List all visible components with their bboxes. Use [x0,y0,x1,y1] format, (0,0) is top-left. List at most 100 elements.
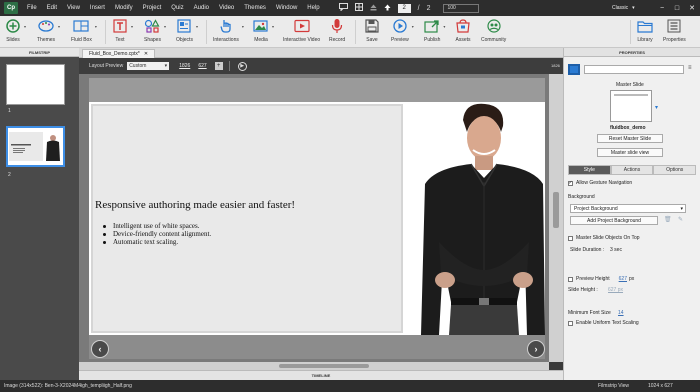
library-button[interactable]: Library [637,18,653,43]
allow-gesture-navigation-checkbox[interactable]: ✓ Allow Gesture Navigation [568,180,632,186]
preview-height-value[interactable]: 627 [198,63,206,69]
preview-button[interactable]: ▾ Preview [391,18,414,43]
comment-icon[interactable] [338,3,348,13]
objects-button[interactable]: ▾ Objects [176,18,198,43]
edit-icon[interactable]: ✎ [678,216,683,223]
tab-options[interactable]: Options [653,165,697,175]
slide-thumbnail-preview [8,128,63,165]
properties-options-icon[interactable]: ≡ [688,65,692,71]
assets-button[interactable]: Assets [455,18,471,43]
record-button[interactable]: Record [329,18,345,43]
add-breakpoint-icon[interactable]: + [214,62,223,70]
horizontal-scrollbar[interactable] [79,362,549,370]
library-label: Library [637,37,653,43]
workspace-select[interactable]: Classic ▾ [612,3,647,13]
menu-video[interactable]: Video [214,5,239,11]
preview-height-checkbox[interactable]: Preview Height 627 px [568,276,634,282]
checkbox-checked-icon: ✓ [568,180,573,186]
slide-duration-value[interactable]: 3 sec [610,247,622,253]
close-button[interactable]: ✕ [685,0,699,16]
slide-bottom-band [89,335,545,359]
minimize-button[interactable]: − [655,0,669,16]
media-button[interactable]: ▾ Media [253,18,274,43]
save-button[interactable]: Save [364,18,380,43]
slide-thumbnail-2[interactable] [6,126,65,167]
previous-slide-button[interactable]: ‹ [91,340,109,358]
main-toolbar: ▾ Slides ▾ Themes ▾ Fluid Box ▾ Text ▾ S… [0,16,700,48]
slide-heading[interactable]: Responsive authoring made easier and fas… [95,199,295,211]
vertical-scroll-thumb[interactable] [553,192,559,228]
text-button[interactable]: ▾ Text [112,18,133,43]
minimum-font-size-value[interactable]: 14 [618,310,624,316]
maximize-button[interactable]: □ [670,0,684,16]
menu-help[interactable]: Help [302,5,324,11]
slides-button[interactable]: ▾ Slides [5,18,26,43]
shapes-button[interactable]: ▾ Shapes [144,18,166,43]
community-button[interactable]: Community [481,18,506,43]
tab-actions[interactable]: Actions [610,165,654,175]
properties-title: PROPERTIES [564,48,700,57]
enable-uniform-text-scaling-checkbox[interactable]: Enable Uniform Text Scaling [568,320,639,326]
background-select[interactable]: Project Background ▾ [570,204,686,213]
master-slide-thumbnail[interactable] [610,90,652,122]
master-slide-dropdown-icon[interactable]: ▾ [655,104,658,111]
filmstrip-panel: FILMSTRIP 1 2 [0,48,79,380]
properties-button[interactable]: Properties [663,18,686,43]
menu-file[interactable]: File [22,5,42,11]
slide-thumbnail-1[interactable] [6,64,65,105]
menu-themes[interactable]: Themes [239,5,271,11]
trash-icon[interactable]: 🗑 [664,216,672,223]
reset-master-slide-button[interactable]: Reset Master Slide [597,134,663,143]
interactive-video-button[interactable]: Interactive Video [283,18,320,43]
slide-bullet-list[interactable]: Intelligent use of white spaces. Device-… [103,222,211,246]
next-slide-button[interactable]: › [527,340,545,358]
add-project-background-button[interactable]: Add Project Background [570,216,658,225]
horizontal-scroll-thumb[interactable] [279,364,369,368]
master-slide-view-button[interactable]: Master slide view [597,148,663,157]
man-portrait-image[interactable] [405,102,545,335]
tab-style[interactable]: Style [568,165,611,175]
microphone-icon [329,18,345,34]
total-pages: 2 [426,4,431,12]
themes-button[interactable]: ▾ Themes [37,18,60,43]
grid-icon[interactable] [354,3,363,13]
current-page-input[interactable]: 2 [397,3,411,13]
play-preview-icon[interactable]: ▶ [237,61,247,71]
menu-view[interactable]: View [62,5,85,11]
preview-width-value[interactable]: 1826 [179,63,190,69]
fluid-box-text-container[interactable]: Responsive authoring made easier and fas… [91,104,403,333]
bullet-text: Device-friendly content alignment. [113,230,212,238]
timeline-panel-header[interactable]: TIMELINE [79,370,563,380]
vertical-scrollbar[interactable] [549,74,563,362]
layout-preset-select[interactable]: Custom ▾ [127,62,170,70]
menu-insert[interactable]: Insert [85,5,110,11]
captivate-window: Cp File Edit View Insert Modify Project … [0,0,700,392]
document-tab-bar: Fluid_Box_Demo.cptx* ✕ [79,48,563,58]
slide-color-swatch[interactable] [568,64,580,75]
close-tab-icon[interactable]: ✕ [144,51,148,57]
slide: Responsive authoring made easier and fas… [89,102,545,335]
publish-button[interactable]: ▾ Publish [424,18,445,43]
preview-height-value[interactable]: 627 [619,276,627,282]
zoom-select[interactable]: 100 [443,3,480,13]
add-slide-icon [5,18,21,34]
menu-quiz[interactable]: Quiz [166,5,188,11]
text-icon [112,18,128,34]
document-tab-label: Fluid_Box_Demo.cptx* [89,51,140,57]
palette-icon [38,18,54,34]
slide-duration-label: Slide Duration : [570,247,605,253]
first-slide-icon[interactable] [370,4,377,13]
menu-edit[interactable]: Edit [42,5,62,11]
slide-name-input[interactable] [584,65,684,74]
fluid-box-dropdown-icon: ▾ [94,24,97,29]
menu-project[interactable]: Project [138,5,167,11]
document-tab[interactable]: Fluid_Box_Demo.cptx* ✕ [82,49,156,58]
menu-audio[interactable]: Audio [189,5,214,11]
master-slide-objects-on-top-checkbox[interactable]: Master Slide Objects On Top [568,235,640,241]
interactions-button[interactable]: ▾ Interactions [213,18,244,43]
workspace-value: Classic [612,5,629,11]
previous-slide-icon[interactable] [384,4,391,13]
fluid-box-button[interactable]: ▾ Fluid Box [71,18,97,43]
menu-window[interactable]: Window [271,5,302,11]
menu-modify[interactable]: Modify [110,5,138,11]
